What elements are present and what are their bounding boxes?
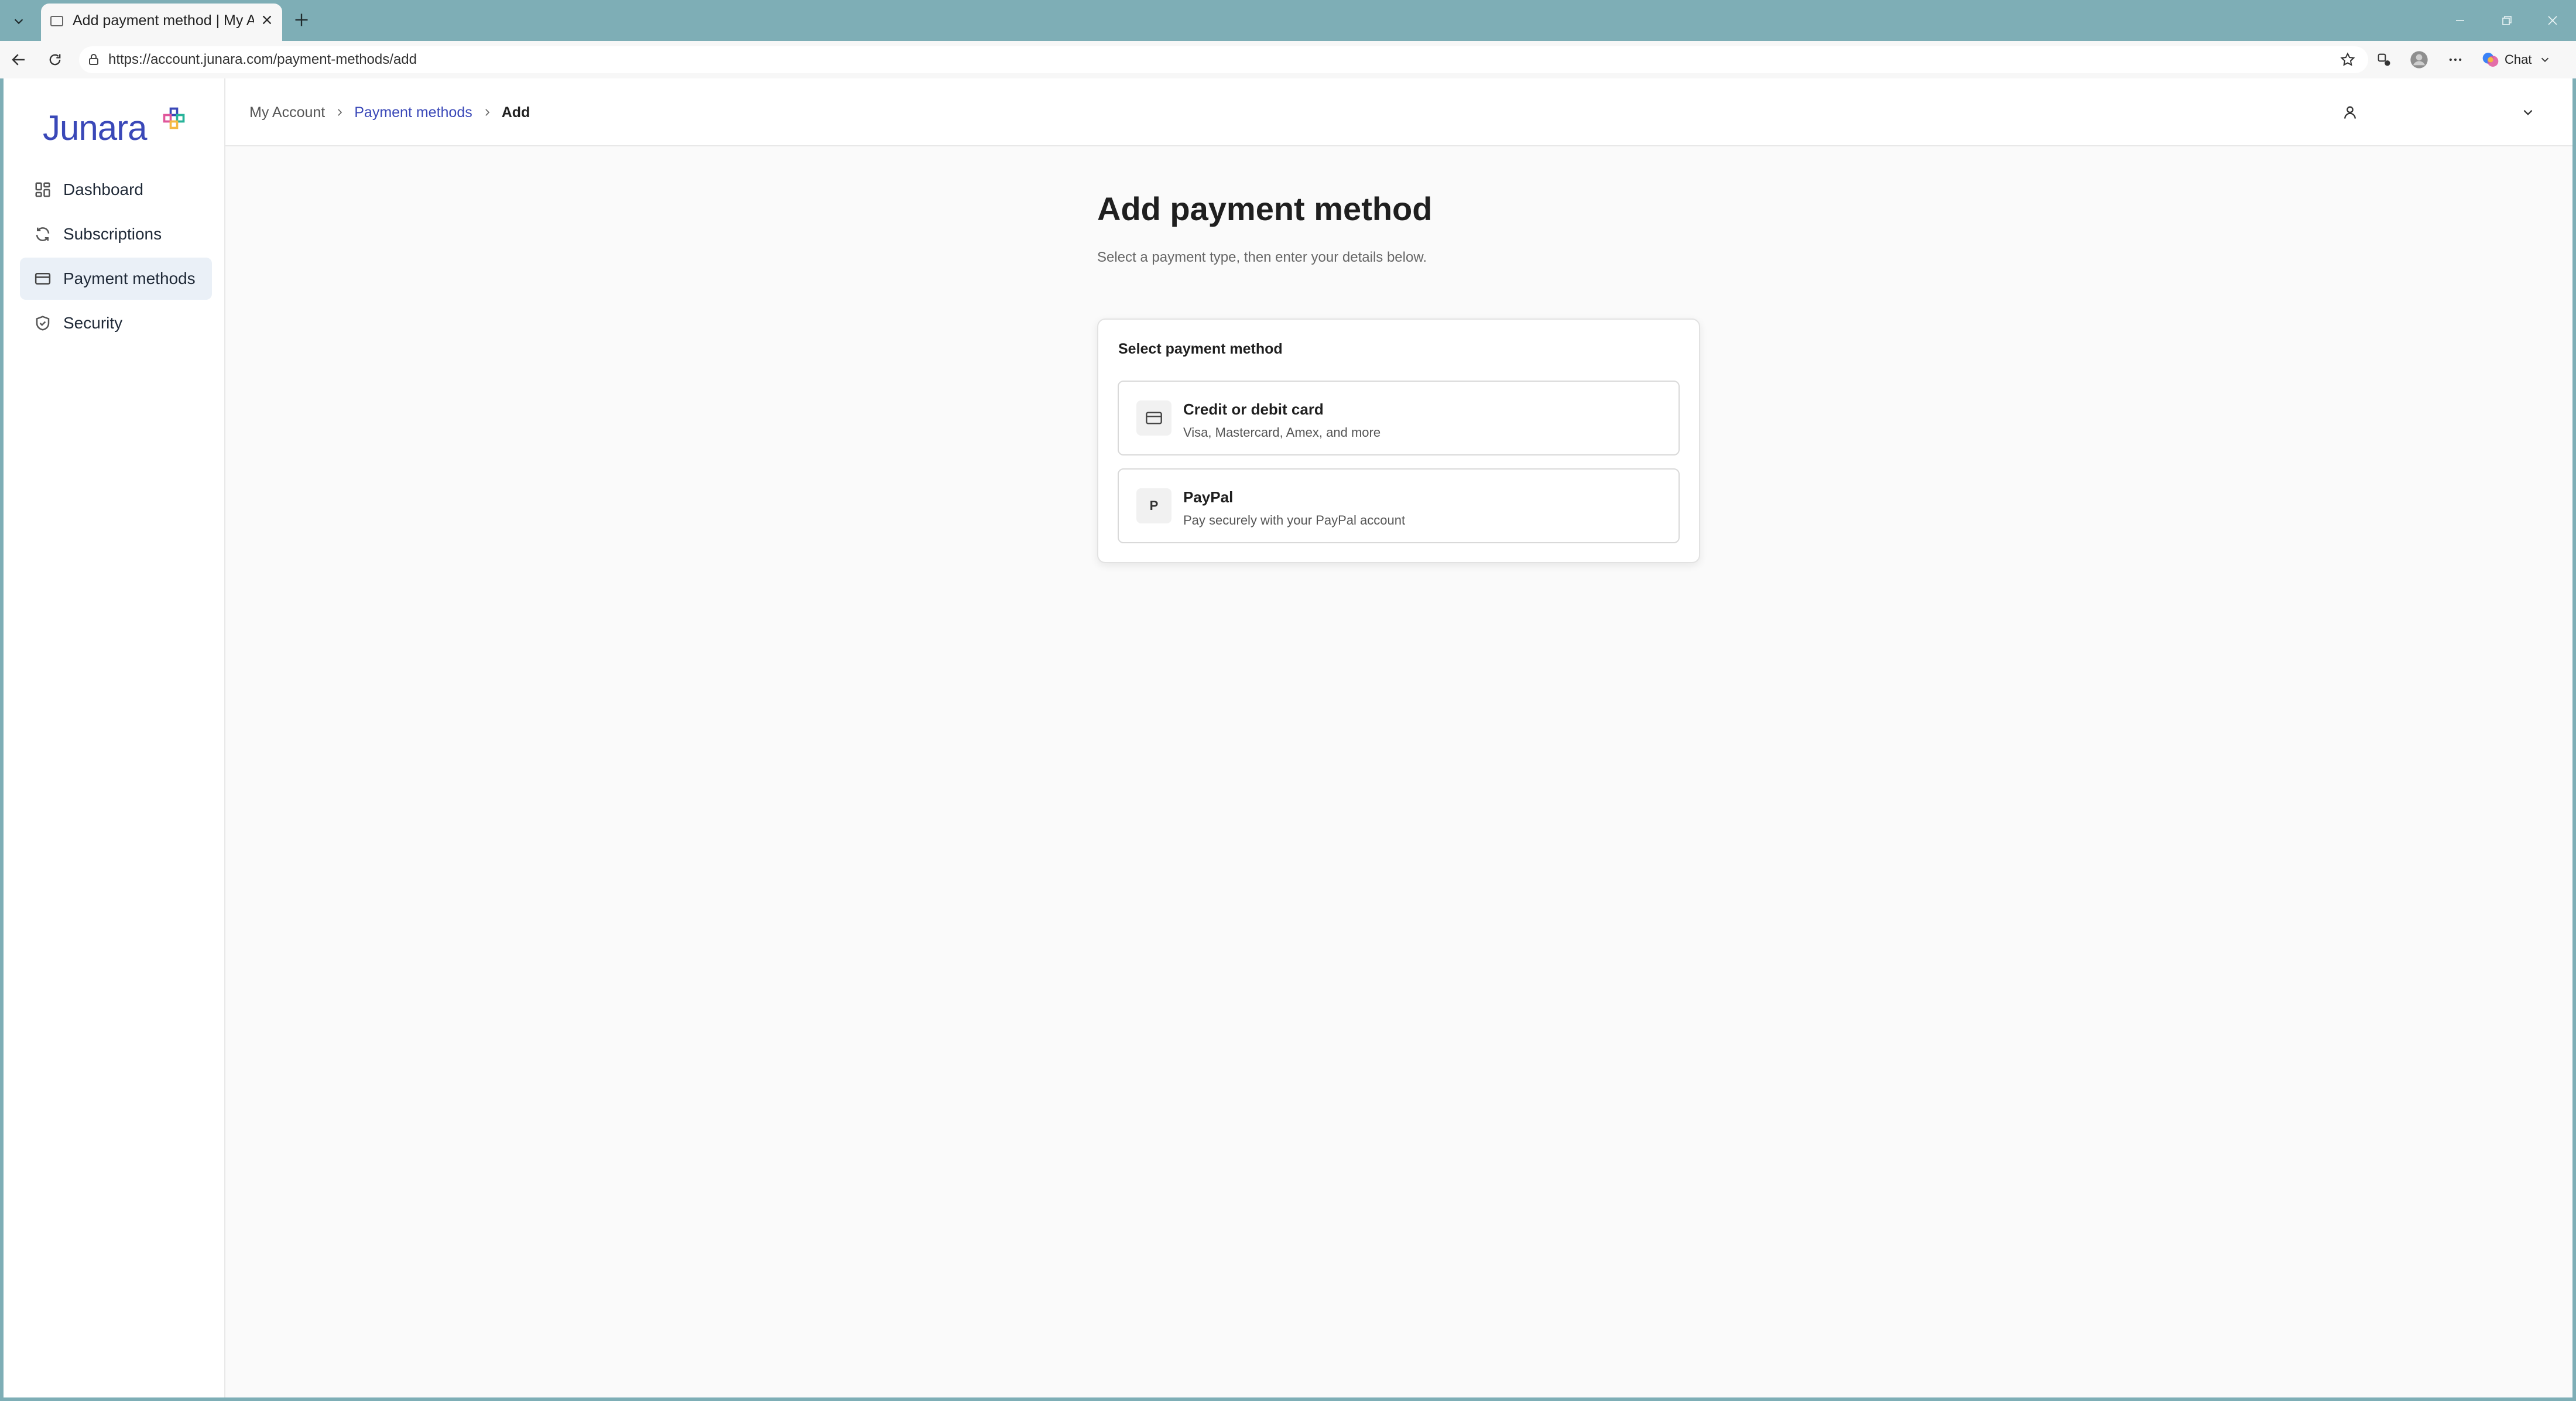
chevron-right-icon [334, 107, 345, 118]
grid-icon [33, 180, 53, 200]
minimize-icon [2456, 20, 2464, 21]
option-description: Visa, Mastercard, Amex, and more [1183, 425, 1381, 440]
option-title: PayPal [1183, 488, 1234, 506]
browser-menu-button[interactable] [2443, 47, 2468, 73]
tab-close-button[interactable] [256, 9, 278, 30]
site-info-icon[interactable] [87, 53, 101, 67]
restore-window-button[interactable] [2489, 6, 2524, 35]
sidebar-item-label: Security [63, 314, 123, 332]
plus-icon [295, 13, 308, 26]
chat-button[interactable]: Chat [2481, 47, 2563, 73]
close-window-button[interactable] [2535, 6, 2570, 35]
logo-mark-icon [163, 107, 185, 129]
user-menu-toggle[interactable] [2517, 102, 2539, 123]
extension-icon [2378, 53, 2390, 66]
chevron-right-icon [482, 107, 492, 118]
tab-favicon-icon [50, 16, 63, 26]
new-tab-button[interactable] [290, 8, 313, 32]
sidebar-item-label: Payment methods [63, 269, 196, 287]
breadcrumb-my-account[interactable]: My Account [249, 104, 325, 121]
bookmark-star-button[interactable] [2335, 47, 2361, 73]
sidebar-item-label: Dashboard [63, 180, 143, 198]
close-icon [262, 15, 272, 25]
address-bar[interactable] [79, 46, 2368, 73]
shield-icon [33, 313, 53, 333]
avatar-icon [2410, 51, 2428, 68]
browser-tab-strip [0, 0, 2576, 41]
sidebar-item-label: Subscriptions [63, 225, 162, 243]
sidebar-item-security[interactable]: Security [20, 302, 212, 344]
logo-text: Junara [43, 108, 147, 148]
option-credit-card[interactable]: Credit or debit card Visa, Mastercard, A… [1118, 381, 1680, 455]
reload-icon [49, 54, 61, 66]
breadcrumb-payment-methods[interactable]: Payment methods [354, 104, 472, 121]
page-title: Add payment method [1097, 190, 1433, 227]
minimize-window-button[interactable] [2443, 6, 2478, 35]
chevron-down-icon [14, 19, 23, 25]
option-paypal[interactable]: P PayPal Pay securely with your PayPal a… [1118, 468, 1680, 543]
credit-card-icon [33, 269, 53, 289]
option-title: Credit or debit card [1183, 400, 1324, 418]
breadcrumb: My Account Payment methods Add [249, 102, 530, 123]
reload-button[interactable] [41, 46, 69, 74]
sidebar-item-subscriptions[interactable]: Subscriptions [20, 213, 212, 255]
arrow-left-icon [12, 54, 25, 66]
chevron-down-icon [2523, 109, 2533, 115]
chat-label: Chat [2505, 52, 2532, 67]
junara-logo[interactable]: Junara [43, 101, 195, 153]
sidebar-item-dashboard[interactable]: Dashboard [20, 169, 212, 211]
refresh-icon [33, 224, 53, 244]
more-horizontal-icon [2449, 58, 2462, 61]
tab-title: Add payment method | My Account [73, 12, 254, 29]
page-viewport: Junara Dashboard Subscriptions Payment m… [4, 78, 2572, 1397]
sidebar-item-payment-methods[interactable]: Payment methods [20, 258, 212, 300]
url-text: https://account.junara.com/payment-metho… [108, 52, 417, 67]
back-button[interactable] [5, 46, 33, 74]
credit-card-icon [1136, 400, 1171, 436]
breadcrumb-current: Add [501, 104, 530, 121]
paypal-icon: P [1136, 488, 1171, 523]
paypal-letter: P [1149, 498, 1159, 513]
page-subtitle: Select a payment type, then enter your d… [1097, 249, 1427, 265]
profile-button[interactable] [2406, 47, 2432, 73]
window-bottom-edge [0, 1397, 2576, 1401]
tab-list-button[interactable] [5, 8, 33, 34]
close-icon [2548, 16, 2557, 25]
star-icon [2340, 52, 2355, 66]
restore-icon [2502, 16, 2512, 25]
copilot-icon [2482, 53, 2499, 67]
chevron-down-icon [2541, 57, 2549, 63]
extensions-button[interactable] [2371, 47, 2397, 73]
option-description: Pay securely with your PayPal account [1183, 513, 1406, 527]
user-icon[interactable] [2339, 102, 2361, 123]
top-bar [225, 78, 2572, 146]
card-heading: Select payment method [1118, 341, 1283, 357]
